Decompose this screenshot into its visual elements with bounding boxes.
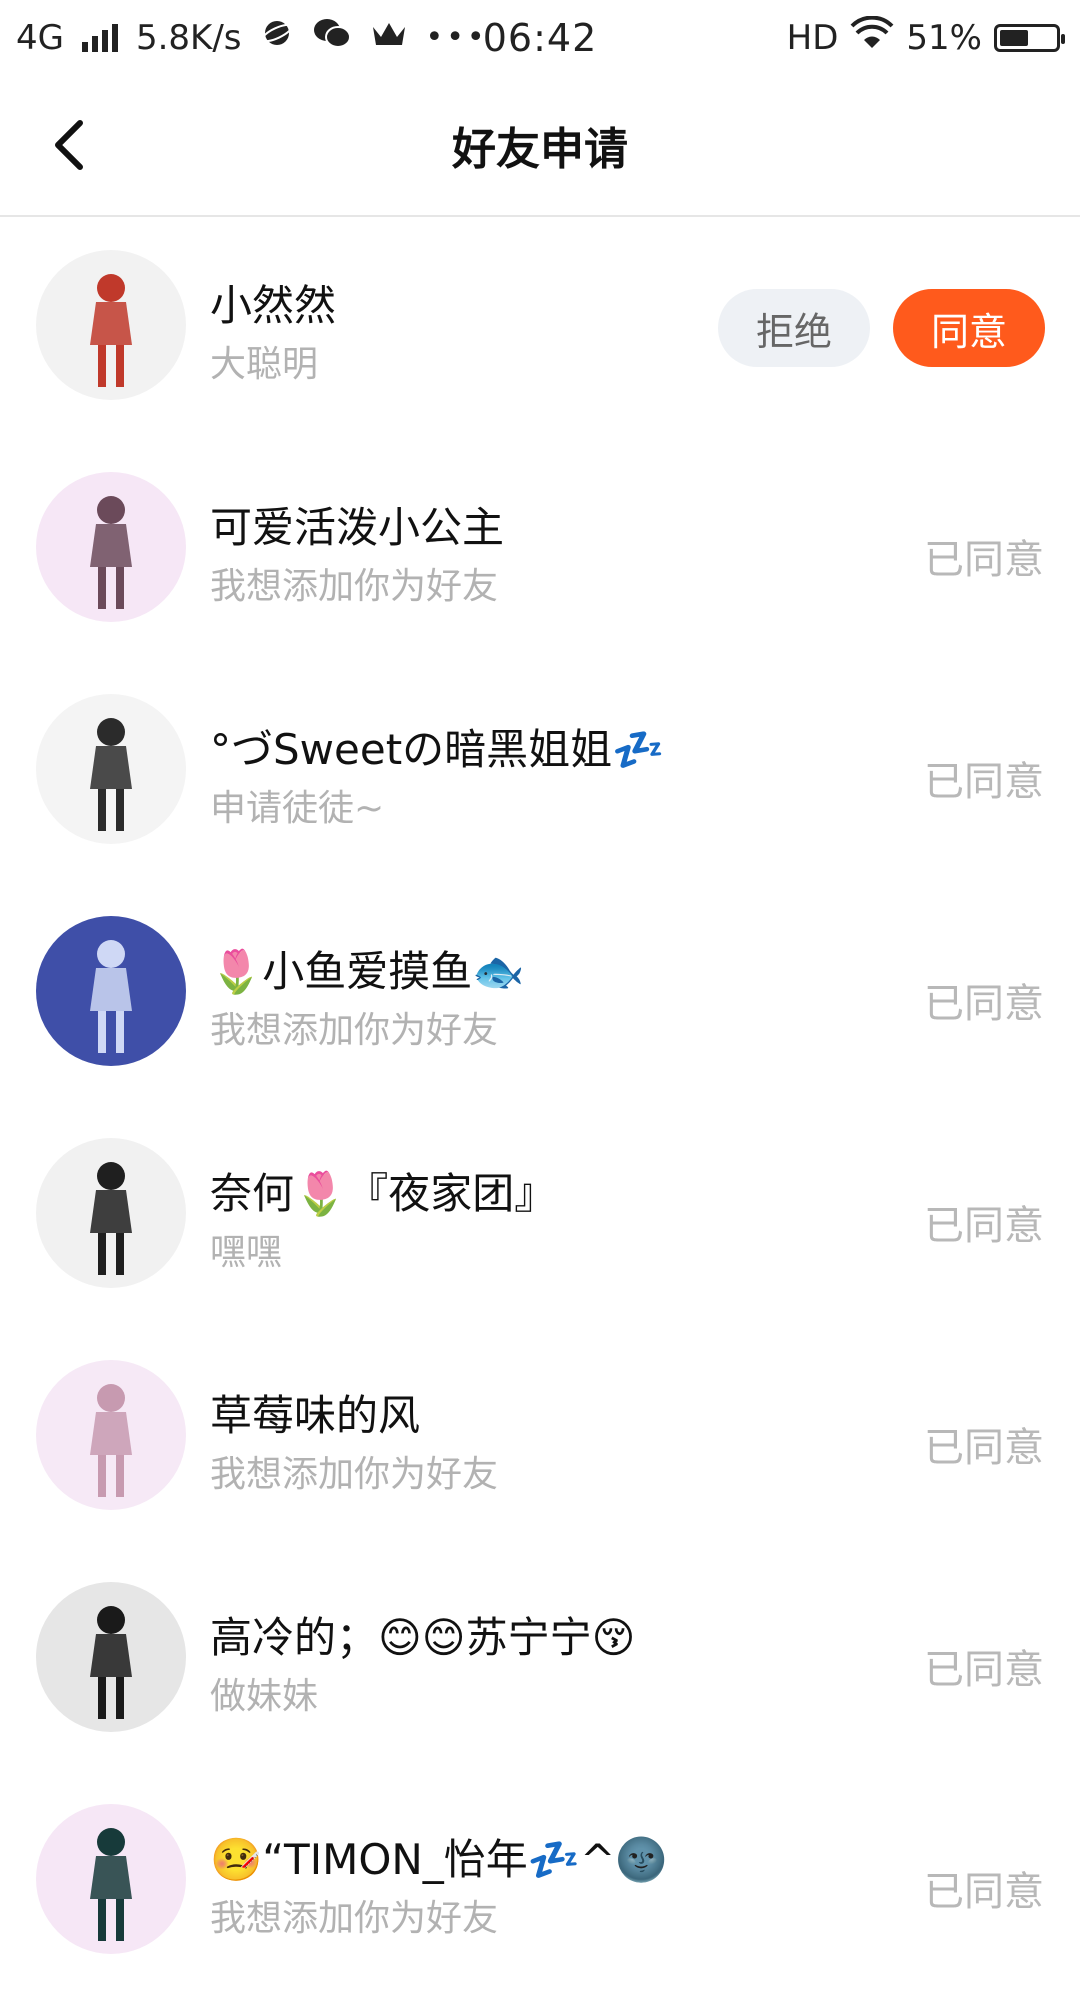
avatar[interactable] bbox=[36, 472, 186, 622]
status-label: 已同意 bbox=[924, 759, 1044, 805]
request-row[interactable]: 高冷的；😊😊苏宁宁😚 做妹妹 已同意 bbox=[0, 1549, 1080, 1771]
avatar[interactable] bbox=[36, 1360, 186, 1510]
request-message: 我想添加你为好友 bbox=[210, 1010, 499, 1051]
status-label: 已同意 bbox=[924, 537, 1044, 583]
request-name: 可爱活泼小公主 bbox=[210, 503, 505, 552]
request-name: 高冷的；😊😊苏宁宁😚 bbox=[210, 1613, 636, 1662]
avatar[interactable] bbox=[36, 1582, 186, 1732]
page-title: 好友申请 bbox=[452, 124, 628, 175]
status-label: 已同意 bbox=[924, 1425, 1044, 1471]
request-row[interactable]: 🌷小鱼爱摸鱼🐟 我想添加你为好友 已同意 bbox=[0, 883, 1080, 1105]
request-name: °づSweetの暗黑姐姐💤 bbox=[210, 725, 665, 774]
reject-button[interactable]: 拒绝 bbox=[718, 289, 870, 367]
avatar[interactable] bbox=[36, 250, 186, 400]
request-row[interactable]: 🤒“TIMON_怡年💤^🌚 我想添加你为好友 已同意 bbox=[0, 1771, 1080, 1993]
clock: 06:42 bbox=[482, 15, 598, 60]
avatar[interactable] bbox=[36, 916, 186, 1066]
request-name: 草莓味的风 bbox=[210, 1391, 421, 1440]
status-label: 已同意 bbox=[924, 1869, 1044, 1915]
friend-request-list: 小然然 大聪明 拒绝 同意 可爱活泼小公主 我想添加你为好友 已同意 °づSweetの暗黑姐姐… bbox=[0, 217, 1080, 1993]
status-label: 已同意 bbox=[924, 981, 1044, 1027]
avatar[interactable] bbox=[36, 1138, 186, 1288]
request-row[interactable]: 小然然大聪明 拒绝 同意 bbox=[0, 217, 1080, 439]
request-message: 我想添加你为好友 bbox=[210, 1454, 499, 1495]
request-row[interactable]: 奈何🌷『夜家团』嘿嘿 已同意 bbox=[0, 1105, 1080, 1327]
request-name: 小然然 bbox=[210, 281, 337, 330]
request-message: 我想添加你为好友 bbox=[210, 566, 499, 607]
request-message: 申请徒徒~ bbox=[210, 788, 385, 829]
accept-button[interactable]: 同意 bbox=[893, 289, 1045, 367]
request-row[interactable]: °づSweetの暗黑姐姐💤 申请徒徒~ 已同意 bbox=[0, 661, 1080, 883]
request-name: 奈何🌷『夜家团』 bbox=[210, 1169, 557, 1218]
status-label: 已同意 bbox=[924, 1647, 1044, 1693]
status-bar: 4G 5.8K/s ••• 06:42 HD 51% bbox=[0, 0, 1080, 75]
request-name: 🌷小鱼爱摸鱼🐟 bbox=[210, 947, 525, 996]
avatar[interactable] bbox=[36, 1804, 186, 1954]
request-message: 做妹妹 bbox=[210, 1676, 319, 1717]
request-name: 🤒“TIMON_怡年💤^🌚 bbox=[210, 1835, 668, 1884]
chevron-left-icon bbox=[55, 120, 83, 170]
avatar[interactable] bbox=[36, 694, 186, 844]
request-row[interactable]: 草莓味的风我想添加你为好友 已同意 bbox=[0, 1327, 1080, 1549]
battery-icon bbox=[994, 23, 1065, 52]
status-label: 已同意 bbox=[924, 1203, 1044, 1249]
nav-bar: 好友申请 bbox=[0, 75, 1080, 217]
request-row[interactable]: 可爱活泼小公主我想添加你为好友 已同意 bbox=[0, 439, 1080, 661]
request-message: 我想添加你为好友 bbox=[210, 1898, 499, 1939]
request-message: 大聪明 bbox=[210, 344, 319, 385]
back-button[interactable] bbox=[40, 115, 100, 175]
request-message: 嘿嘿 bbox=[210, 1232, 283, 1273]
